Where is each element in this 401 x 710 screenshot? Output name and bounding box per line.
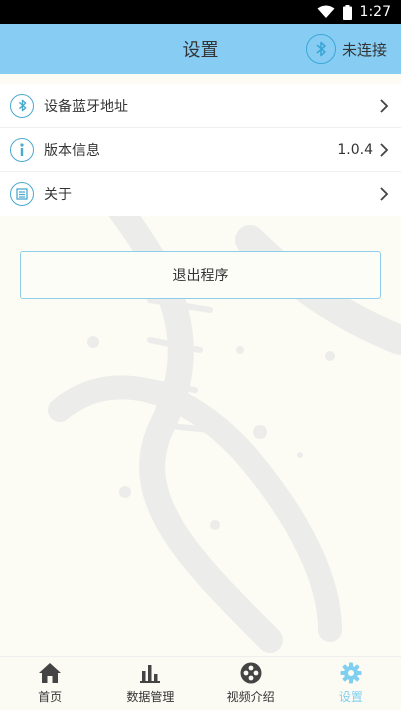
settings-item-label: 关于 [44,187,72,203]
settings-list: 设备蓝牙地址 版本信息 1.0.4 关于 [0,84,401,216]
chevron-right-icon [379,187,389,201]
tab-label: 设置 [338,690,363,704]
tab-label: 视频介绍 [226,690,275,704]
bluetooth-icon[interactable] [305,34,336,64]
settings-item-label: 版本信息 [44,142,100,159]
tab-settings[interactable]: 设置 [301,657,401,710]
home-icon [38,662,62,684]
wifi-icon [317,5,335,19]
video-icon [239,662,263,684]
battery-icon [342,4,352,20]
settings-item-version[interactable]: 版本信息 1.0.4 [0,128,401,172]
settings-item-bluetooth-address[interactable]: 设备蓝牙地址 [0,84,401,128]
chart-icon [138,662,162,684]
connection-status[interactable]: 未连接 [305,24,387,74]
tab-home[interactable]: 首页 [0,657,100,710]
about-icon [10,182,34,206]
app-header: 设置 未连接 [0,24,401,74]
bottom-tab-bar: 首页 数据管理 视频介绍 设置 [0,656,401,710]
tab-video-intro[interactable]: 视频介绍 [201,657,301,710]
settings-item-label: 设备蓝牙地址 [44,98,128,115]
status-bar: 1:27 [0,0,401,24]
settings-item-about[interactable]: 关于 [0,172,401,216]
chevron-right-icon [379,98,389,113]
page-title: 设置 [182,40,219,61]
chevron-right-icon [379,142,389,157]
tab-label: 首页 [38,690,63,704]
status-time: 1:27 [359,4,391,20]
exit-app-button[interactable]: 退出程序 [20,251,381,299]
connection-status-label: 未连接 [341,40,387,59]
tab-label: 数据管理 [126,690,175,704]
version-value: 1.0.4 [337,141,373,158]
settings-icon [339,662,363,684]
tab-data-management[interactable]: 数据管理 [100,657,200,710]
info-icon [10,137,34,162]
bluetooth-icon [10,93,34,118]
